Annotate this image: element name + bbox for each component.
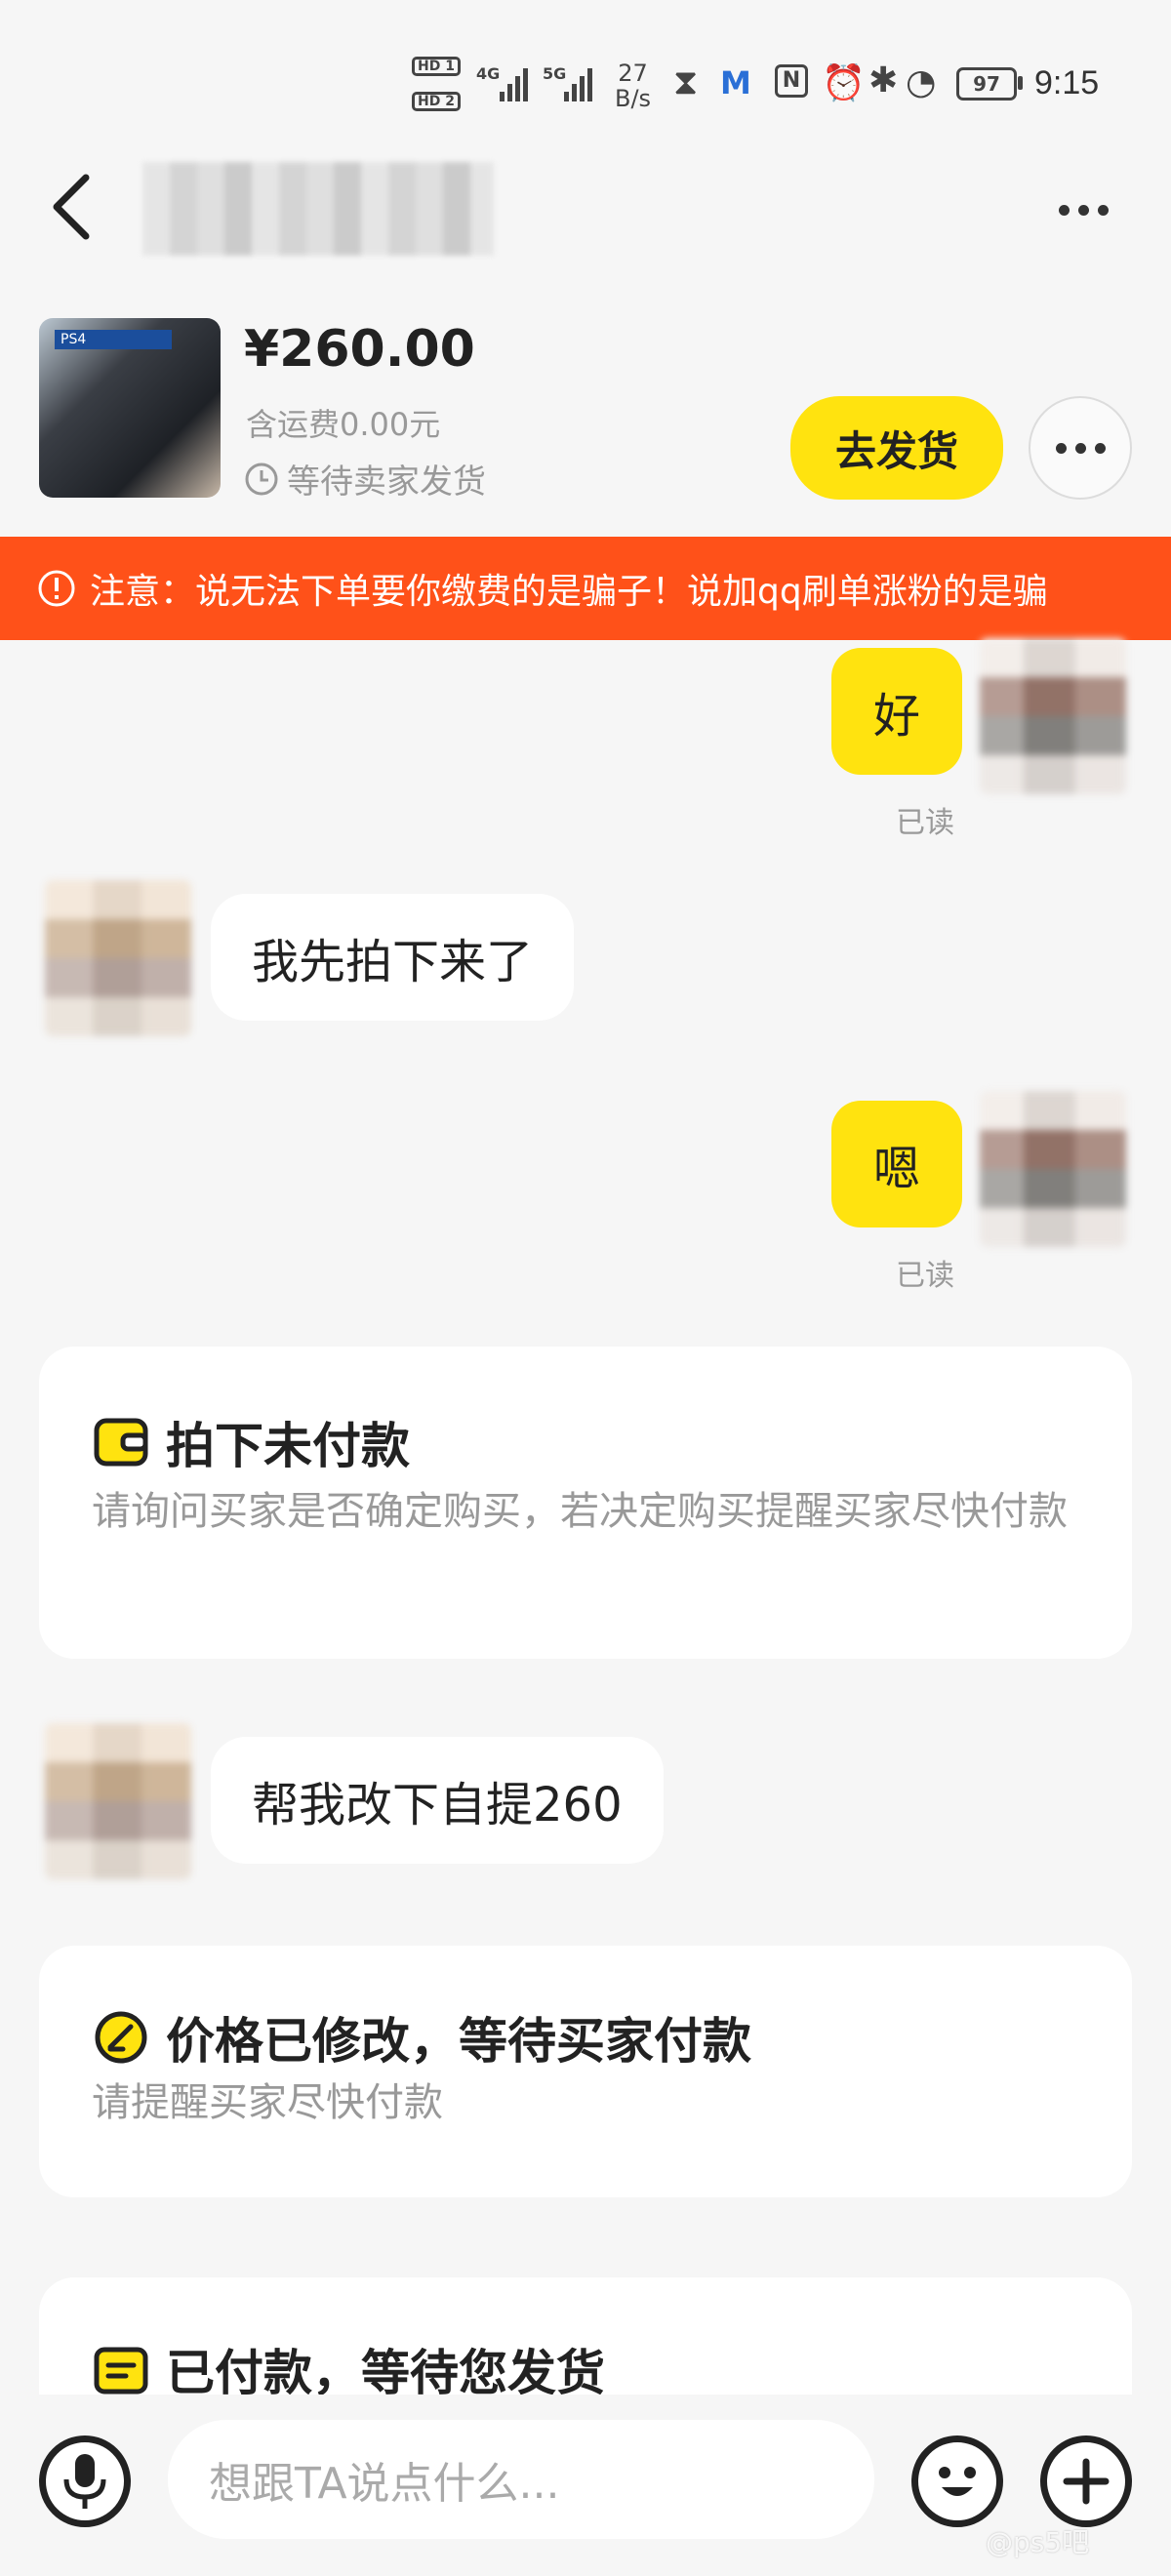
- voice-button[interactable]: [39, 2435, 131, 2527]
- card-header: 价格已修改，等待买家付款: [94, 2002, 751, 2073]
- message-input-placeholder: 想跟TA说点什么...: [209, 2459, 560, 2509]
- wallet-icon: [94, 1418, 148, 1467]
- avatar[interactable]: [45, 1723, 191, 1879]
- product-thumbnail[interactable]: PS4: [39, 318, 221, 498]
- warning-banner[interactable]: 注意：说无法下单要你缴费的是骗子！说加qq刷单涨粉的是骗: [0, 537, 1171, 640]
- card-subtitle: 请询问买家是否确定购买，若决定购买提醒买家尽快付款: [92, 1489, 1068, 1534]
- bottom-input-bar: 想跟TA说点什么... @ps5吧: [0, 2395, 1171, 2576]
- nfc-icon: N: [775, 64, 808, 98]
- contact-name-blurred: [142, 162, 494, 256]
- read-receipt: 已读: [896, 806, 954, 840]
- shipping-fee: 含运费0.00元: [246, 406, 441, 443]
- plus-button[interactable]: [1040, 2435, 1132, 2527]
- net-speed-unit: B/s: [615, 85, 652, 112]
- alarm-icon: ⏰: [822, 63, 866, 103]
- mail-app-icon: M: [720, 64, 751, 101]
- product-more-button[interactable]: [1029, 396, 1132, 500]
- bluetooth-icon: ✱: [868, 60, 899, 101]
- emoji-button[interactable]: [911, 2435, 1003, 2527]
- status-bar: HD 1 HD 2 4G 5G 27 B/s ⧗ M N ⏰ ✱ ◔ 97 9:…: [0, 0, 1171, 146]
- back-button[interactable]: [39, 166, 107, 244]
- network-5g-label: 5G: [543, 64, 567, 83]
- card-subtitle: 请提醒买家尽快付款: [92, 2080, 443, 2125]
- more-dots-icon: [1055, 442, 1106, 454]
- hourglass-icon: ⧗: [673, 62, 699, 102]
- net-speed-value: 27: [618, 60, 648, 87]
- product-price: ¥260.00: [244, 320, 475, 379]
- order-status: 等待卖家发货: [244, 455, 486, 503]
- battery-icon: 97: [956, 67, 1017, 101]
- network-4g-label: 4G: [476, 64, 501, 83]
- plus-icon: [1063, 2458, 1110, 2505]
- hd1-badge: HD 1: [412, 57, 461, 76]
- avatar[interactable]: [45, 880, 191, 1036]
- read-receipt: 已读: [896, 1259, 954, 1293]
- more-options-button[interactable]: [1044, 185, 1122, 234]
- message-bubble-me[interactable]: 嗯: [831, 1101, 962, 1228]
- avatar[interactable]: [980, 1091, 1126, 1247]
- card-header: 拍下未付款: [94, 1407, 410, 1477]
- watermark: @ps5吧: [986, 2526, 1090, 2558]
- clock: 9:15: [1034, 64, 1100, 101]
- order-status-text: 等待卖家发货: [287, 463, 486, 502]
- battery-tip: [1018, 76, 1023, 90]
- warning-banner-text: 注意：说无法下单要你缴费的是骗子！说加qq刷单涨粉的是骗: [90, 572, 1048, 612]
- speedometer-icon: ◔: [906, 62, 937, 102]
- chevron-left-icon: [53, 174, 90, 240]
- message-input[interactable]: 想跟TA说点什么...: [168, 2420, 874, 2539]
- card-title: 价格已修改，等待买家付款: [166, 2013, 751, 2070]
- clock-icon: [245, 463, 278, 495]
- order-status-card[interactable]: 价格已修改，等待买家付款 请提醒买家尽快付款: [39, 1946, 1132, 2197]
- alert-icon: [38, 570, 75, 607]
- ps4-label: PS4: [55, 330, 172, 349]
- message-bubble-them[interactable]: 帮我改下自提260: [211, 1737, 664, 1864]
- message-bubble-them[interactable]: 我先拍下来了: [211, 894, 575, 1021]
- emoji-icon: [939, 2467, 976, 2496]
- edit-price-icon: [95, 2011, 147, 2064]
- order-status-card[interactable]: 拍下未付款 请询问买家是否确定购买，若决定购买提醒买家尽快付款: [39, 1347, 1132, 1659]
- ship-button[interactable]: 去发货: [790, 396, 1003, 500]
- signal-2-icon: [564, 68, 592, 101]
- card-title: 拍下未付款: [166, 1418, 410, 1474]
- package-icon: [94, 2347, 148, 2395]
- signal-icon: [500, 68, 528, 101]
- more-dots-icon: [1058, 204, 1109, 216]
- hd2-badge: HD 2: [412, 92, 461, 111]
- message-bubble-me[interactable]: 好: [831, 648, 962, 775]
- microphone-icon: [63, 2454, 106, 2509]
- avatar[interactable]: [980, 638, 1126, 794]
- net-speed: 27 B/s: [615, 60, 651, 111]
